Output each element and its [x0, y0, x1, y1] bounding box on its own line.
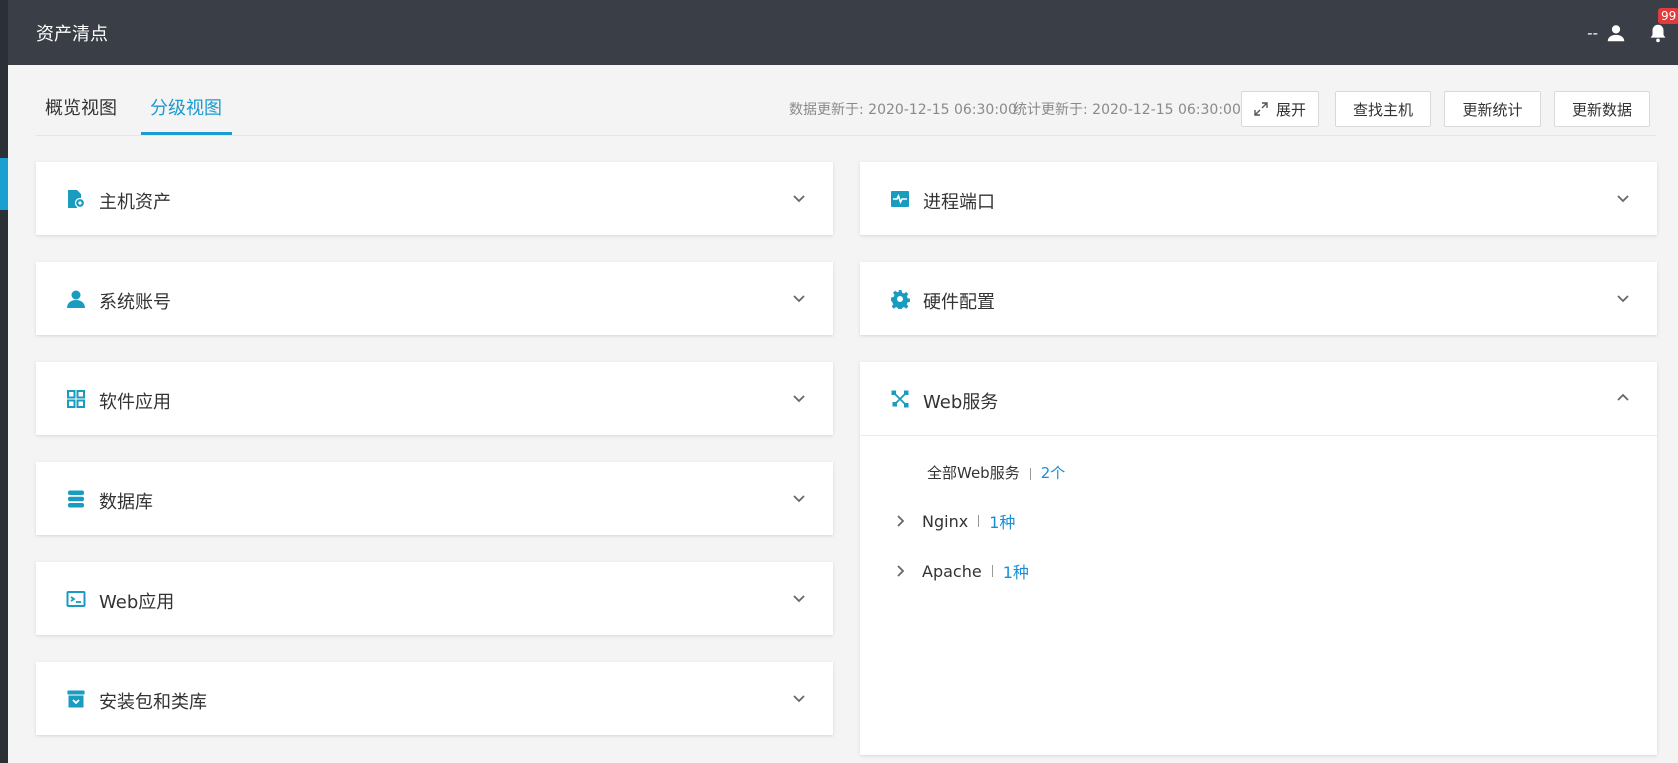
- top-bar: 资产清点 -- 99: [8, 0, 1678, 65]
- stats-updated-time: 统计更新于: 2020-12-15 06:30:00: [1013, 102, 1241, 118]
- card-header[interactable]: 软件应用: [36, 362, 833, 435]
- summary-label: 全部Web服务: [927, 464, 1020, 482]
- view-tabs: 概览视图 分级视图: [36, 94, 246, 135]
- card-header[interactable]: 数据库: [36, 462, 833, 535]
- card-packages-libraries: 安装包和类库: [36, 662, 833, 735]
- web-service-icon: [891, 390, 909, 408]
- chevron-down-icon[interactable]: [1615, 290, 1631, 306]
- card-title: 软件应用: [99, 392, 171, 413]
- tab-overview[interactable]: 概览视图: [36, 94, 127, 135]
- card-title: 数据库: [99, 492, 153, 513]
- chevron-down-icon[interactable]: [1615, 190, 1631, 206]
- card-title: 主机资产: [99, 192, 171, 213]
- card-header[interactable]: 硬件配置: [860, 262, 1657, 335]
- chevron-down-icon[interactable]: [791, 190, 807, 206]
- card-process-ports: 进程端口: [860, 162, 1657, 235]
- web-app-icon: [66, 591, 86, 607]
- data-updated-time: 数据更新于: 2020-12-15 06:30:00: [789, 102, 1017, 118]
- separator: [978, 515, 980, 527]
- card-header[interactable]: Web服务: [860, 362, 1657, 435]
- user-name[interactable]: --: [1587, 24, 1598, 42]
- gear-icon: [891, 290, 910, 309]
- app-title: 资产清点: [36, 23, 108, 45]
- update-data-button[interactable]: 更新数据: [1554, 91, 1650, 127]
- user-icon[interactable]: [1602, 19, 1630, 47]
- card-title: 安装包和类库: [99, 692, 207, 713]
- notification-badge: 99: [1658, 7, 1678, 24]
- chevron-down-icon[interactable]: [791, 390, 807, 406]
- web-service-summary: 全部Web服务 2个: [927, 462, 1065, 483]
- card-web-apps: Web应用: [36, 562, 833, 635]
- card-web-services: Web服务 全部Web服务 2个 Nginx 1种 Apache 1种: [860, 362, 1657, 755]
- separator: [1029, 467, 1031, 480]
- left-rail: [0, 0, 8, 763]
- card-host-assets: 主机资产: [36, 162, 833, 235]
- separator: [991, 565, 993, 577]
- tree-item-apache[interactable]: Apache 1种: [892, 559, 1029, 583]
- card-title: 进程端口: [923, 192, 995, 213]
- card-header[interactable]: Web应用: [36, 562, 833, 635]
- card-header[interactable]: 进程端口: [860, 162, 1657, 235]
- card-system-accounts: 系统账号: [36, 262, 833, 335]
- summary-count-link[interactable]: 2个: [1041, 464, 1066, 482]
- card-title: 硬件配置: [923, 292, 995, 313]
- update-stats-button[interactable]: 更新统计: [1444, 91, 1541, 127]
- card-header[interactable]: 系统账号: [36, 262, 833, 335]
- view-toolbar: 概览视图 分级视图 数据更新于: 2020-12-15 06:30:00 统计更…: [36, 66, 1656, 136]
- package-icon: [67, 690, 85, 708]
- find-host-button[interactable]: 查找主机: [1335, 91, 1431, 127]
- notification-bell-icon[interactable]: 99: [1644, 7, 1678, 47]
- expand-arrows-icon: [1254, 102, 1268, 116]
- top-right-actions: -- 99: [1587, 0, 1678, 65]
- chevron-down-icon[interactable]: [791, 590, 807, 606]
- database-icon: [68, 490, 84, 508]
- host-asset-icon: [68, 190, 86, 209]
- card-software-apps: 软件应用: [36, 362, 833, 435]
- grid-apps-icon: [67, 390, 85, 408]
- chevron-down-icon[interactable]: [791, 690, 807, 706]
- tree-item-count-link[interactable]: 1种: [1003, 559, 1029, 583]
- left-rail-active-indicator[interactable]: [0, 158, 8, 210]
- tree-item-nginx[interactable]: Nginx 1种: [892, 509, 1015, 533]
- card-title: 系统账号: [99, 292, 171, 313]
- card-header[interactable]: 主机资产: [36, 162, 833, 235]
- chevron-right-icon[interactable]: [892, 513, 908, 529]
- chevron-right-icon[interactable]: [892, 563, 908, 579]
- tree-item-label: Apache: [922, 561, 982, 581]
- process-port-icon: [891, 191, 909, 207]
- chevron-down-icon[interactable]: [791, 290, 807, 306]
- tree-item-label: Nginx: [922, 511, 969, 531]
- card-database: 数据库: [36, 462, 833, 535]
- card-title: Web应用: [99, 592, 175, 613]
- expand-button-label: 展开: [1275, 100, 1306, 119]
- chevron-down-icon[interactable]: [791, 490, 807, 506]
- chevron-up-icon[interactable]: [1615, 390, 1631, 406]
- web-service-list: 全部Web服务 2个 Nginx 1种 Apache 1种: [860, 435, 1657, 755]
- user-icon: [67, 290, 85, 308]
- card-header[interactable]: 安装包和类库: [36, 662, 833, 735]
- tab-hierarchy[interactable]: 分级视图: [141, 94, 232, 135]
- card-hardware-config: 硬件配置: [860, 262, 1657, 335]
- expand-button[interactable]: 展开: [1241, 91, 1319, 127]
- tree-item-count-link[interactable]: 1种: [989, 509, 1015, 533]
- card-title: Web服务: [923, 392, 999, 413]
